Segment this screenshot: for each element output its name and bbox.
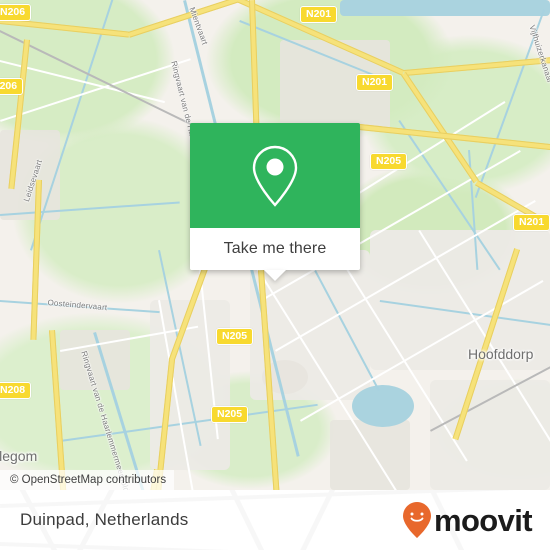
- card-pin-area: [190, 123, 360, 228]
- city-label: llegom: [0, 448, 38, 464]
- map-water: [352, 385, 414, 427]
- road-shield: N201: [300, 6, 338, 23]
- moovit-smiley-pin-icon: [402, 502, 431, 538]
- road-shield: N205: [211, 406, 249, 423]
- take-me-there-label: Take me there: [223, 240, 327, 257]
- map-urban-area: [430, 380, 550, 490]
- attribution-text: © OpenStreetMap contributors: [10, 474, 167, 486]
- road-shield: N205: [370, 153, 408, 170]
- map-screen: Ringvaart van de HaarlemmermeerpolderRin…: [0, 0, 550, 550]
- moovit-logo: moovit: [402, 501, 533, 539]
- moovit-wordmark: moovit: [433, 502, 533, 538]
- location-title: Duinpad, Netherlands: [20, 510, 189, 529]
- map-water: [340, 0, 550, 16]
- road-shield: N201: [513, 214, 550, 231]
- road-shield: N206: [0, 78, 24, 95]
- road-shield: N206: [0, 4, 32, 21]
- map-urban-area: [330, 420, 410, 490]
- road-shield: N201: [356, 74, 394, 91]
- card-action-row[interactable]: Take me there: [190, 228, 360, 281]
- map-attribution[interactable]: © OpenStreetMap contributors: [0, 470, 175, 490]
- city-label: Hoofddorp: [468, 346, 534, 362]
- map-canvas[interactable]: Ringvaart van de HaarlemmermeerpolderRin…: [0, 0, 550, 490]
- take-me-there-card[interactable]: Take me there: [190, 123, 360, 281]
- map-pin-icon: [252, 145, 298, 207]
- road-shield: N205: [216, 328, 254, 345]
- card-pointer: [264, 270, 286, 281]
- watermark-line: [278, 490, 340, 550]
- footer-bar: Duinpad, Netherlands moovit: [0, 490, 550, 550]
- road-shield: N208: [0, 382, 32, 399]
